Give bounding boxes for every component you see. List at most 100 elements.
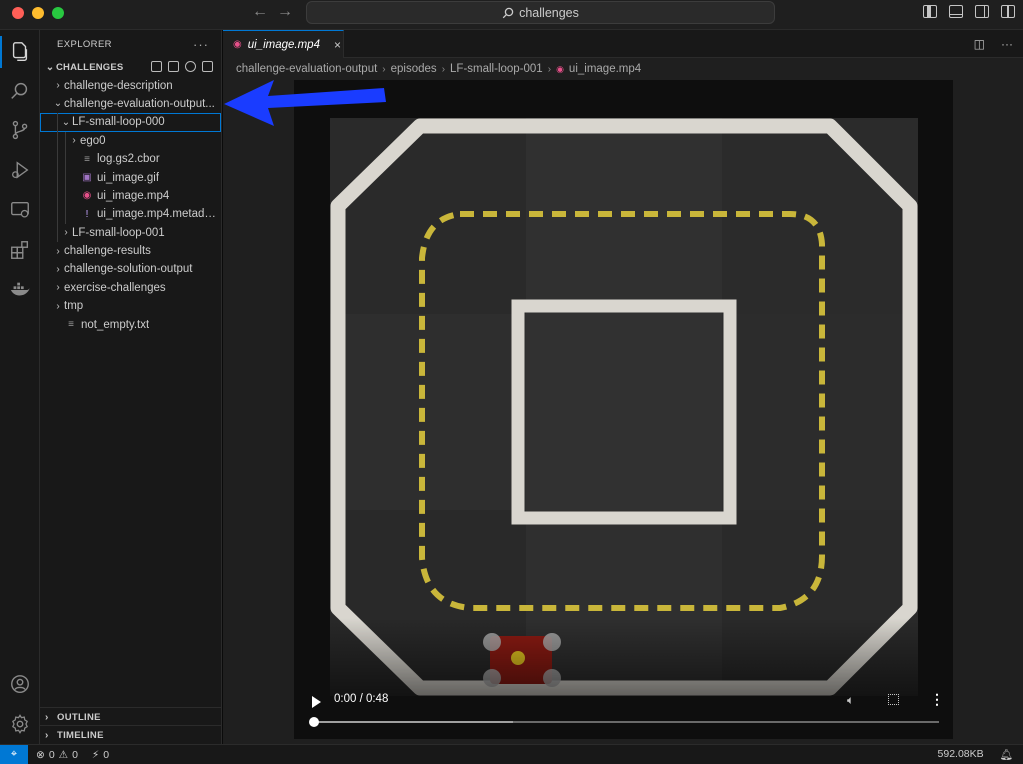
breadcrumb-item[interactable]: episodes [391,63,437,75]
command-center-label: challenges [519,5,579,20]
chevron-right-icon: › [382,63,386,75]
notifications-bell-icon[interactable]: 🔔︎ [1000,748,1013,761]
remote-explorer-icon[interactable] [8,198,32,222]
ports-icon: ⚡︎ [91,748,100,761]
file-tree-item[interactable]: › tmp [40,297,221,315]
file-tree-label: ui_image.gif [97,171,160,184]
split-editor-icon[interactable]: ◫ [974,37,985,51]
file-size: 592.08KB [937,748,984,760]
explorer-icon[interactable] [0,36,32,68]
extensions-icon[interactable] [8,238,32,262]
timeline-section[interactable]: › TIMELINE [40,725,222,744]
file-tree-item[interactable]: ⌄ challenge-evaluation-output... [40,95,221,113]
activity-bar [0,30,40,744]
duckietown-track-frame [330,118,918,696]
new-file-icon[interactable] [151,61,162,72]
annotation-arrow [224,80,386,126]
problems-indicator[interactable]: ⊗ 0 ⚠ 0 [36,749,78,761]
progress-knob[interactable] [309,717,319,727]
chevron-right-icon: › [441,63,446,75]
chevron-down-icon: ⌄ [53,98,63,110]
source-control-icon[interactable] [8,118,32,142]
media-file-icon: ◉ [556,63,564,74]
file-tree-label: LF-small-loop-000 [72,116,165,129]
volume-icon[interactable]: 🔈︎ [847,693,854,708]
chevron-right-icon: › [64,227,68,239]
play-icon[interactable] [312,696,321,708]
breadcrumb-item[interactable]: LF-small-loop-001 [450,63,543,75]
maximize-window-button[interactable] [52,7,64,19]
fullscreen-icon[interactable] [888,694,899,705]
file-type-icon: ≡ [84,153,90,165]
chevron-down-icon: ⌄ [61,116,71,128]
indent-guide [57,223,58,242]
file-tree-label: challenge-evaluation-output... [64,97,215,110]
command-center-search[interactable]: challenges [306,1,775,24]
close-tab-icon[interactable]: × [334,38,341,52]
accounts-icon[interactable] [8,672,32,696]
search-icon [502,7,514,18]
breadcrumb-item[interactable]: ui_image.mp4 [569,63,641,75]
file-tree-label: log.gs2.cbor [97,153,160,166]
chevron-right-icon: › [45,729,49,741]
video-player[interactable]: 0:00 / 0:48 🔈︎ ⋮ [294,80,953,739]
run-debug-icon[interactable] [8,158,32,182]
file-tree-item[interactable]: › challenge-solution-output [40,260,221,278]
workspace-root-label: CHALLENGES [56,61,124,73]
video-frame[interactable] [330,118,918,696]
file-tree-item[interactable]: ◉ ui_image.mp4 [40,186,221,206]
back-arrow-icon[interactable]: ← [252,3,268,21]
toggle-primary-sidebar-icon[interactable] [923,5,937,18]
toggle-secondary-sidebar-icon[interactable] [975,5,989,18]
docker-icon[interactable] [8,278,32,302]
chevron-right-icon: › [56,263,60,275]
buffer-bar [313,721,514,723]
breadcrumb-item[interactable]: challenge-evaluation-output [236,63,377,75]
video-time: 0:00 / 0:48 [334,693,389,705]
file-tree-item[interactable]: › LF-small-loop-001 [40,223,221,242]
file-tree-label: challenge-results [64,245,151,258]
video-progress-bar[interactable] [309,717,939,727]
error-count: 0 [48,748,55,761]
more-actions-icon[interactable]: ··· [193,37,209,52]
forward-arrow-icon[interactable]: → [277,3,293,21]
file-tree-item[interactable]: ≡ not_empty.txt [40,315,221,333]
file-tree-label: ui_image.mp4.metadata.y... [97,208,221,221]
toggle-panel-icon[interactable] [949,5,963,18]
remote-indicator[interactable]: ⌖ [0,744,28,764]
settings-gear-icon[interactable] [8,712,32,736]
breadcrumb: challenge-evaluation-output › episodes ›… [223,58,1023,80]
more-actions-icon[interactable]: ··· [1001,37,1013,51]
refresh-icon[interactable] [185,61,196,72]
file-tree-item[interactable]: › challenge-results [40,242,221,260]
outline-section[interactable]: › OUTLINE [40,707,222,726]
file-tree-item[interactable]: › ego0 [40,131,221,150]
chevron-right-icon: › [56,300,60,312]
new-folder-icon[interactable] [168,61,179,72]
file-tree-item[interactable]: ⌄ LF-small-loop-000 [40,113,221,132]
chevron-right-icon: › [45,711,49,723]
file-type-icon: ≡ [68,319,74,331]
file-tree-item[interactable]: › challenge-description [40,76,221,94]
file-tree-item[interactable]: ≡ log.gs2.cbor [40,149,221,169]
file-tree-item[interactable]: ▣ ui_image.gif [40,168,221,187]
file-tree-item[interactable]: › exercise-challenges [40,279,221,297]
chevron-right-icon: › [56,80,60,92]
tab-ui-image-mp4[interactable]: ◉ ui_image.mp4 × [223,30,344,58]
collapse-all-icon[interactable] [202,61,213,72]
chevron-down-icon: ⌄ [45,61,55,73]
ports-indicator[interactable]: ⚡︎ 0 [92,749,109,761]
workspace-root[interactable]: ⌄ CHALLENGES [40,58,221,76]
tab-label: ui_image.mp4 [247,38,320,51]
minimize-window-button[interactable] [32,7,44,19]
customize-layout-icon[interactable] [1001,5,1015,18]
file-tree-item[interactable]: ! ui_image.mp4.metadata.y... [40,205,221,224]
indent-guide [57,113,58,132]
indent-guide [57,186,58,206]
search-icon[interactable] [8,79,32,103]
more-options-icon[interactable]: ⋮ [930,691,944,708]
media-file-icon: ◉ [233,39,242,50]
warning-count: 0 [72,748,78,761]
close-window-button[interactable] [12,7,24,19]
indent-guide [57,131,58,150]
